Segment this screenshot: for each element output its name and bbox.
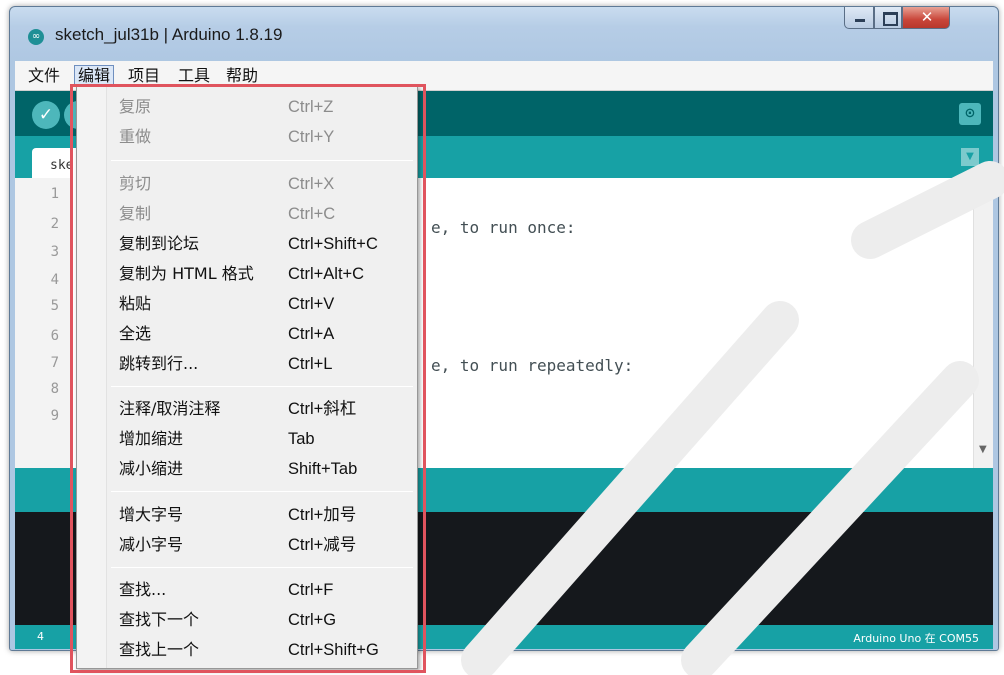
menu-item-label: 增大字号 [119,505,184,524]
menu-item-decrease-font-size[interactable]: 减小字号 Ctrl+减号 [77,530,417,560]
menu-item-copy-for-forum[interactable]: 复制到论坛 Ctrl+Shift+C [77,229,417,259]
menu-item-shortcut: Ctrl+A [288,325,335,343]
menu-item-label: 复制到论坛 [119,234,200,253]
menu-item-decrease-indent[interactable]: 减小缩进 Shift+Tab [77,454,417,484]
close-icon: ✕ [920,8,934,26]
tab-menu-button[interactable]: ▼ [961,148,979,166]
menu-item-shortcut: Shift+Tab [288,460,358,478]
menu-item-shortcut: Ctrl+减号 [288,536,357,554]
line-number: 6 [50,328,59,344]
menu-item-label: 复原 [119,97,152,116]
menu-separator [111,160,413,161]
code-line: e, to run once: [431,218,576,237]
menu-separator [111,567,413,568]
menu-item-shortcut: Ctrl+L [288,355,333,373]
menu-item-shortcut: Ctrl+V [288,295,335,313]
scroll-down-icon[interactable]: ▼ [979,444,987,455]
line-number: 5 [50,298,59,314]
line-number: 1 [50,186,59,202]
menu-item-shortcut: Ctrl+斜杠 [288,400,357,418]
menu-item-label: 复制为 HTML 格式 [119,264,254,283]
menu-item-copy[interactable]: 复制 Ctrl+C [77,199,417,229]
menu-item-shortcut: Ctrl+加号 [288,506,357,524]
menu-item-paste[interactable]: 粘贴 Ctrl+V [77,289,417,319]
close-button[interactable]: ✕ [902,7,950,29]
menu-item-increase-indent[interactable]: 增加缩进 Tab [77,424,417,454]
menu-item-find[interactable]: 查找... Ctrl+F [77,575,417,605]
title-bar[interactable]: ∞ sketch_jul31b | Arduino 1.8.19 ✕ [10,7,998,61]
menu-item-label: 查找上一个 [119,640,200,659]
menu-item-find-next[interactable]: 查找下一个 Ctrl+G [77,605,417,635]
line-number: 8 [50,381,59,397]
code-line: e, to run repeatedly: [431,356,634,375]
line-number: 4 [50,272,59,288]
menu-item-undo[interactable]: 复原 Ctrl+Z [77,92,417,122]
menu-item-shortcut: Tab [288,430,315,448]
menu-item-label: 查找... [119,580,167,599]
menu-item-label: 增加缩进 [119,429,184,448]
maximize-button[interactable] [874,7,902,29]
serial-monitor-button[interactable]: ⊙ [959,103,981,125]
menu-item-select-all[interactable]: 全选 Ctrl+A [77,319,417,349]
menu-edit[interactable]: 编辑 [74,65,115,87]
menu-file[interactable]: 文件 [25,65,63,87]
line-number: 7 [50,355,59,371]
menu-item-label: 重做 [119,127,152,146]
menu-item-label: 全选 [119,324,152,343]
menu-item-label: 复制 [119,204,152,223]
menu-help[interactable]: 帮助 [223,65,261,87]
menu-item-shortcut: Ctrl+Z [288,98,334,116]
menu-item-shortcut: Ctrl+Shift+G [288,641,379,659]
menu-item-shortcut: Ctrl+F [288,581,334,599]
menu-separator [111,491,413,492]
scroll-up-icon[interactable]: ▲ [979,184,987,195]
menu-item-label: 查找下一个 [119,610,200,629]
menu-item-label: 减小缩进 [119,459,184,478]
menu-item-shortcut: Ctrl+Y [288,128,335,146]
menu-separator [111,386,413,387]
current-line-number: 4 [37,630,44,643]
menu-item-shortcut: Ctrl+G [288,611,337,629]
menu-item-comment-uncomment[interactable]: 注释/取消注释 Ctrl+斜杠 [77,394,417,424]
vertical-scrollbar[interactable]: ▲ ▼ [973,178,993,468]
menu-item-shortcut: Ctrl+X [288,175,335,193]
line-number-gutter: 1 2 3 4 5 6 7 8 9 [15,178,71,468]
menu-item-find-previous[interactable]: 查找上一个 Ctrl+Shift+G [77,635,417,665]
board-port-info: Arduino Uno 在 COM55 [853,632,979,645]
window-title: sketch_jul31b | Arduino 1.8.19 [55,25,283,44]
menu-item-label: 剪切 [119,174,152,193]
menu-item-label: 粘贴 [119,294,152,313]
menu-tools[interactable]: 工具 [175,65,213,87]
menu-sketch[interactable]: 项目 [125,65,163,87]
menu-item-redo[interactable]: 重做 Ctrl+Y [77,122,417,152]
menu-item-label: 跳转到行... [119,354,199,373]
line-number: 3 [50,244,59,260]
menu-item-shortcut: Ctrl+Alt+C [288,265,365,283]
line-number: 2 [50,216,59,232]
minimize-button[interactable] [844,7,874,29]
verify-button[interactable]: ✓ [32,101,60,129]
arduino-app-icon: ∞ [28,29,44,45]
edit-menu-dropdown: 复原 Ctrl+Z 重做 Ctrl+Y 剪切 Ctrl+X 复制 Ctrl+C … [76,86,418,669]
menu-item-shortcut: Ctrl+Shift+C [288,235,378,253]
menu-item-go-to-line[interactable]: 跳转到行... Ctrl+L [77,349,417,379]
menu-item-label: 减小字号 [119,535,184,554]
line-number: 9 [50,408,59,424]
menu-item-shortcut: Ctrl+C [288,205,336,223]
menu-item-copy-as-html[interactable]: 复制为 HTML 格式 Ctrl+Alt+C [77,259,417,289]
menu-item-cut[interactable]: 剪切 Ctrl+X [77,169,417,199]
menu-item-increase-font-size[interactable]: 增大字号 Ctrl+加号 [77,500,417,530]
menu-item-label: 注释/取消注释 [119,399,221,418]
